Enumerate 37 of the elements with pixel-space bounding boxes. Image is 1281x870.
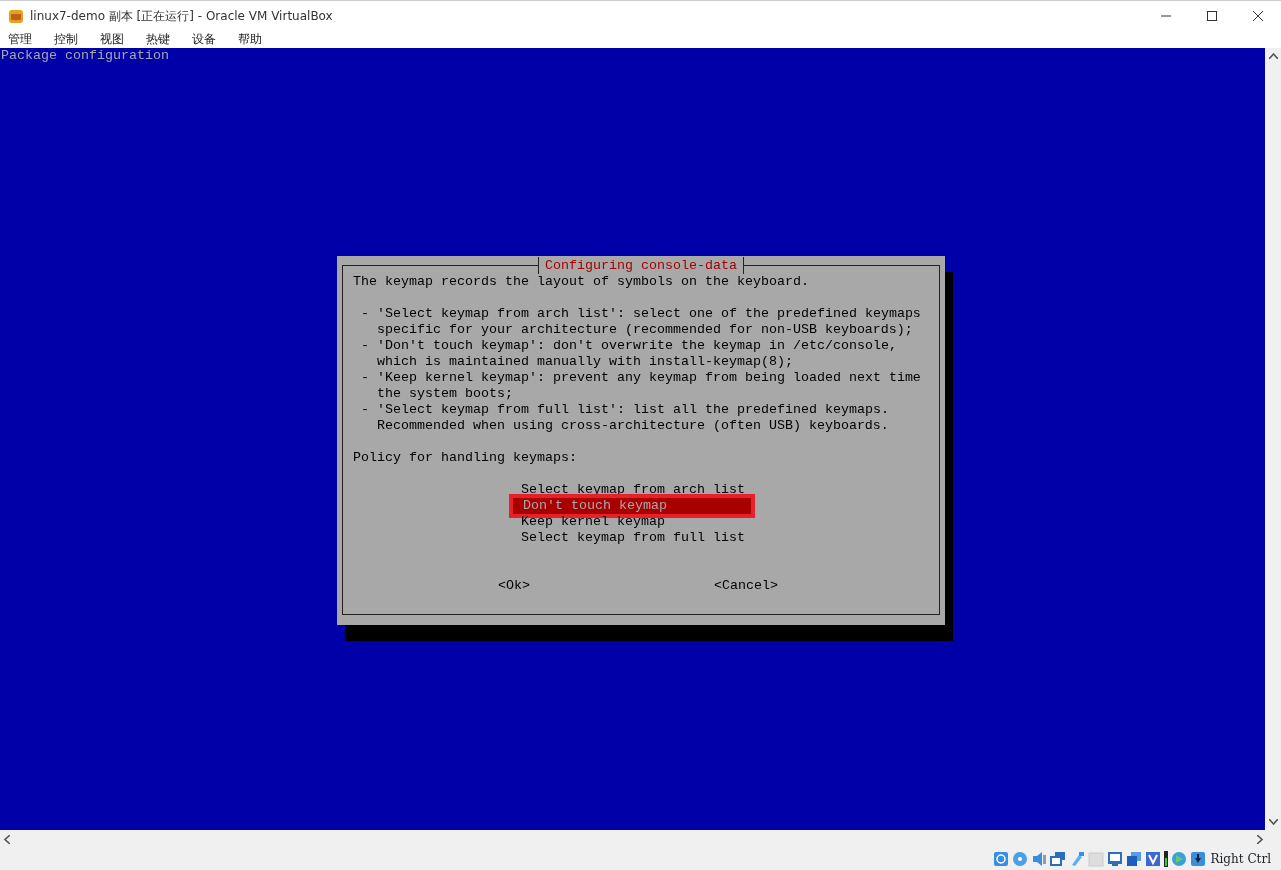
dialog-text: The keymap records the layout of symbols on the keyboard. xyxy=(353,274,810,290)
list-option[interactable]: Keep kernel keymap xyxy=(521,514,753,530)
menu-item[interactable]: 帮助 xyxy=(230,30,268,48)
option-description: - 'Keep kernel keymap': prevent any keymap from being loaded next time the system boots; xyxy=(360,370,922,402)
maximize-icon xyxy=(1207,10,1217,21)
menu-item[interactable]: 热键 xyxy=(138,30,176,48)
scroll-right-icon[interactable] xyxy=(1257,834,1263,844)
option-description: - 'Don't touch keymap': don't overwrite the keymap in /etc/console, which is maintained manually with install-keymap(8); xyxy=(360,338,898,370)
hard-disk-icon[interactable] xyxy=(992,851,1009,867)
app-icon xyxy=(8,7,24,24)
windows-icon[interactable] xyxy=(1125,851,1142,867)
speaker-icon[interactable] xyxy=(1030,851,1047,867)
menu-item[interactable]: 管理 xyxy=(0,30,38,48)
vm-screen[interactable] xyxy=(0,48,1265,830)
monitor-icon[interactable] xyxy=(1106,851,1123,867)
list-option[interactable]: Select keymap from arch list xyxy=(521,482,753,498)
cancel-button[interactable]: <Cancel> xyxy=(714,578,778,594)
ok-button[interactable]: <Ok> xyxy=(498,578,530,594)
scroll-up-icon[interactable] xyxy=(1268,53,1278,59)
option-description: - 'Select keymap from arch list': select one of the predefined keymaps specific for your architecture (recommended for non-USB keyboards); xyxy=(360,306,922,338)
menu-item[interactable]: 视图 xyxy=(92,30,130,48)
console-header: Package configuration xyxy=(0,48,169,64)
dialog-title: Configuring console-data xyxy=(538,257,744,274)
activity-meter-icon xyxy=(1163,851,1168,867)
menu-item[interactable]: 控制 xyxy=(46,30,84,48)
option-description: - 'Select keymap from full list': list all the predefined keymaps. Recommended when using cross-architecture (often USB) keyboards. xyxy=(360,402,890,434)
window-title: linux7-demo 副本 [正在运行] - Oracle VM VirtualBox xyxy=(30,7,333,25)
network-icon[interactable] xyxy=(1049,851,1066,867)
host-key-label: Right Ctrl xyxy=(1210,851,1271,868)
scroll-down-icon[interactable] xyxy=(1268,819,1278,825)
list-option[interactable]: Select keymap from full list xyxy=(521,530,753,546)
scroll-left-icon[interactable] xyxy=(4,834,10,844)
menu-item[interactable]: 设备 xyxy=(184,30,222,48)
prompt-text: Policy for handling keymaps: xyxy=(353,450,578,466)
close-icon xyxy=(1253,10,1263,21)
download-icon[interactable] xyxy=(1189,851,1206,867)
cpu-icon[interactable] xyxy=(1144,851,1161,867)
